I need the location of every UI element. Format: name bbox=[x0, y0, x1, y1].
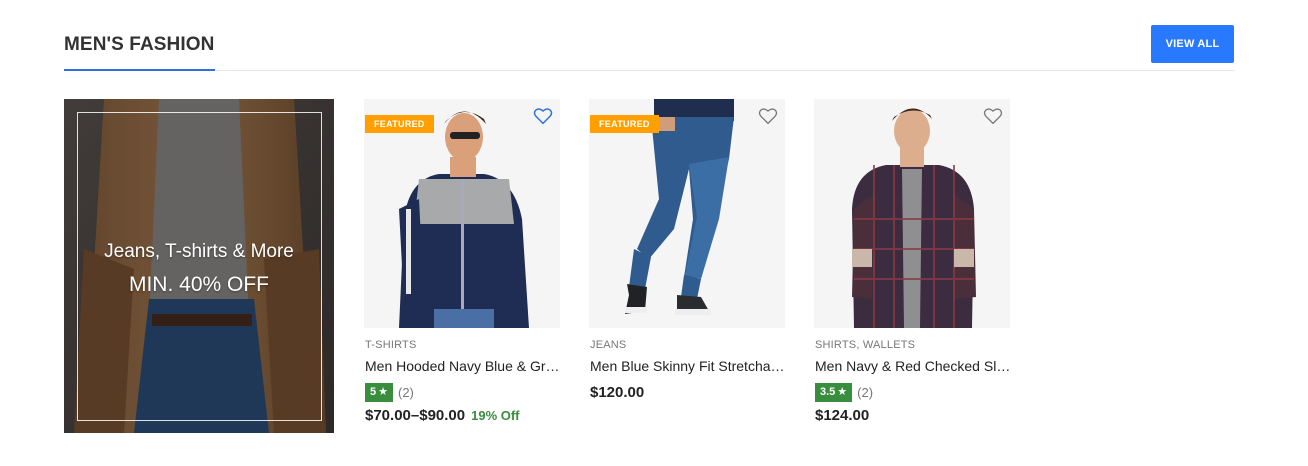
banner-frame bbox=[77, 112, 322, 421]
title-underline bbox=[64, 69, 215, 71]
star-icon: ★ bbox=[837, 385, 848, 398]
product-card[interactable]: SHIRTS, WALLETS Men Navy & Red Checked S… bbox=[814, 99, 1011, 439]
product-image[interactable]: FEATURED bbox=[589, 99, 785, 328]
product-name[interactable]: Men Hooded Navy Blue & Grey T-shirt bbox=[365, 358, 561, 374]
rating-value: 3.5 bbox=[820, 385, 836, 398]
star-icon: ★ bbox=[378, 385, 388, 398]
product-price: $70.00–$90.00 19% Off bbox=[365, 407, 520, 424]
rating-count: (2) bbox=[398, 384, 414, 400]
product-price: $120.00 bbox=[590, 384, 645, 401]
discount-label: 19% Off bbox=[471, 408, 520, 423]
jeans-photo bbox=[589, 99, 785, 328]
banner-offer: MIN. 40% OFF bbox=[128, 273, 270, 296]
featured-badge: FEATURED bbox=[590, 115, 659, 133]
product-category[interactable]: JEANS bbox=[590, 339, 626, 351]
rating-value: 5 bbox=[370, 385, 377, 398]
product-card[interactable]: FEATURED T-SHIRTS Men Hooded Navy Blue &… bbox=[364, 99, 561, 439]
product-name[interactable]: Men Blue Skinny Fit Stretchable Jeans bbox=[590, 358, 786, 374]
product-image[interactable]: FEATURED bbox=[364, 99, 560, 328]
view-all-button[interactable]: VIEW ALL bbox=[1151, 25, 1234, 63]
shirt-photo bbox=[814, 99, 1010, 328]
section-title: MEN'S FASHION bbox=[64, 34, 215, 55]
heart-outline-icon[interactable] bbox=[758, 107, 778, 125]
product-rating: 3.5 ★ (2) bbox=[815, 382, 873, 402]
heart-outline-icon[interactable] bbox=[983, 107, 1003, 125]
promo-banner[interactable]: Jeans, T-shirts & More MIN. 40% OFF bbox=[64, 99, 334, 433]
rating-badge: 3.5 ★ bbox=[815, 382, 853, 402]
product-name[interactable]: Men Navy & Red Checked Slim Fit Shirt bbox=[815, 358, 1011, 374]
product-rating: 5 ★ (2) bbox=[365, 382, 414, 402]
rating-badge: 5 ★ bbox=[365, 382, 393, 402]
hoodie-photo bbox=[364, 99, 560, 328]
product-category[interactable]: SHIRTS, WALLETS bbox=[815, 339, 915, 351]
rating-count: (2) bbox=[857, 384, 874, 400]
product-price: $124.00 bbox=[815, 407, 870, 424]
section-header: MEN'S FASHION VIEW ALL bbox=[64, 22, 1234, 71]
product-image[interactable] bbox=[814, 99, 1010, 328]
banner-headline: Jeans, T-shirts & More bbox=[104, 241, 294, 262]
featured-badge: FEATURED bbox=[365, 115, 434, 133]
price-range: $70.00–$90.00 bbox=[365, 407, 466, 424]
product-category[interactable]: T-SHIRTS bbox=[365, 339, 417, 351]
product-card[interactable]: FEATURED JEANS Men Blue Skinny Fit Stret… bbox=[589, 99, 786, 439]
heart-outline-icon[interactable] bbox=[533, 107, 553, 125]
